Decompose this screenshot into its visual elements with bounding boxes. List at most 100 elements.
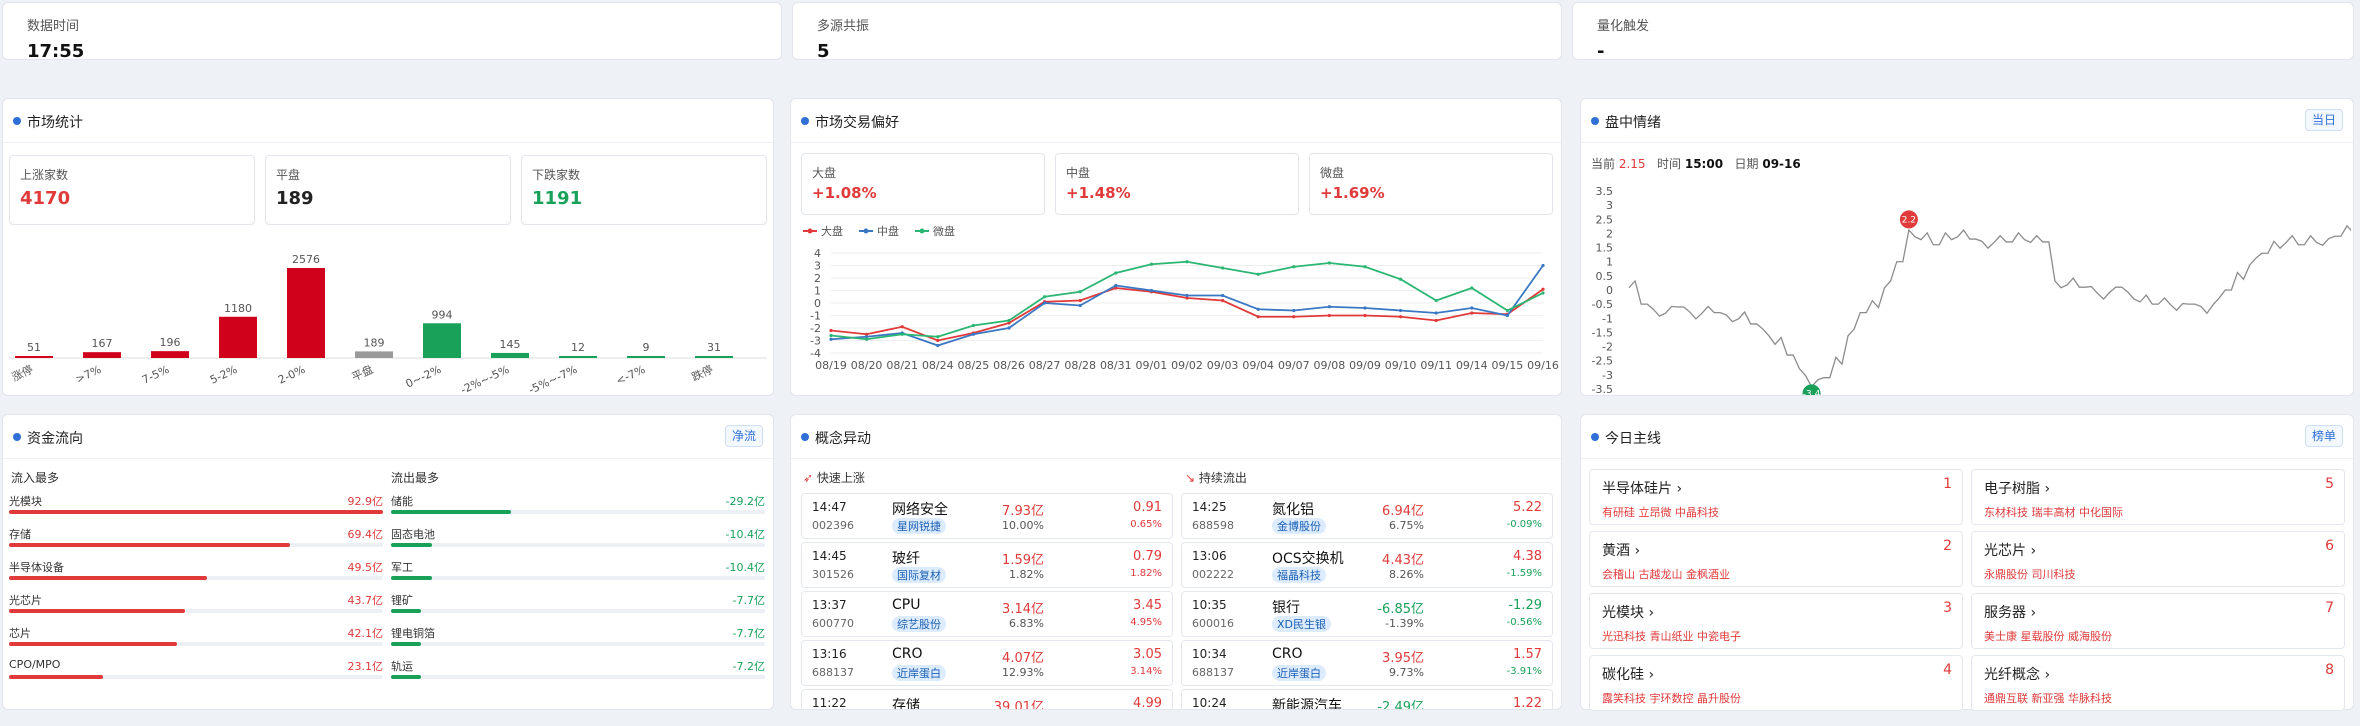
bar-value-label: 31	[707, 341, 721, 354]
data-point	[1363, 313, 1367, 318]
trade-pref-panel: 市场交易偏好 大盘 +1.08% 中盘 +1.48% 微盘 +1.69% 大盘中…	[790, 98, 1562, 396]
data-point	[936, 343, 940, 348]
concept-row[interactable]: 13:37 600770 CPU 综艺股份 3.14亿 6.83% 3.45 4.95%	[801, 591, 1173, 637]
data-point	[936, 335, 940, 339]
theme-rank: 8	[2325, 662, 2334, 678]
theme-name[interactable]: 电子树脂 ›	[1984, 478, 2050, 498]
current-value: 2.15	[1618, 157, 1646, 171]
concept-row[interactable]: 13:06 002222 OCS交换机 福晶科技 4.43亿 8.26% 4.38 -1.59…	[1181, 542, 1553, 588]
row-stock-tag[interactable]: 综艺股份	[892, 616, 946, 632]
legend-label: 大盘	[821, 224, 843, 238]
flow-bar-track	[391, 510, 765, 514]
theme-stocks[interactable]: 光迅科技 青山纸业 中瓷电子	[1602, 628, 1741, 644]
today-button[interactable]: 当日	[2304, 109, 2343, 131]
theme-item[interactable]: 光纤概念 › 8 通鼎互联 新亚强 华脉科技	[1971, 655, 2345, 711]
row-stock-tag[interactable]: 国际复材	[892, 567, 946, 583]
concept-row[interactable]: 10:24 新能源汽车 -2.49亿 1.22	[1181, 689, 1553, 710]
theme-item[interactable]: 光模块 › 3 光迅科技 青山纸业 中瓷电子	[1589, 593, 1963, 649]
theme-item[interactable]: 黄酒 › 2 会稽山 古越龙山 金枫酒业	[1589, 531, 1963, 587]
row-stock-tag[interactable]: 近岸蛋白	[892, 665, 946, 681]
row-amount: -2.49亿	[1377, 700, 1424, 710]
concept-row[interactable]: 13:16 688137 CRO 近岸蛋白 4.07亿 12.93% 3.05 3.14%	[801, 640, 1173, 686]
data-point	[1114, 271, 1118, 275]
data-point	[1114, 283, 1118, 288]
theme-stocks[interactable]: 通鼎互联 新亚强 华脉科技	[1984, 690, 2112, 706]
theme-name[interactable]: 半导体硅片 ›	[1602, 478, 1682, 498]
row-stock-tag[interactable]: XD民生银	[1272, 616, 1332, 632]
flow-bar-fill	[391, 576, 433, 580]
data-point	[1292, 308, 1296, 313]
theme-name[interactable]: 光模块 ›	[1602, 602, 1654, 622]
theme-name[interactable]: 碳化硅 ›	[1602, 664, 1654, 684]
x-tick-label: 09/14	[1456, 359, 1488, 372]
flow-bar-track	[391, 642, 765, 646]
fast-rise-header: ➶ 快速上涨	[803, 469, 865, 486]
theme-item[interactable]: 碳化硅 › 4 露笑科技 宇环数控 晶升股份	[1589, 655, 1963, 711]
concept-row[interactable]: 14:47 002396 网络安全 星网锐捷 7.93亿 10.00% 0.91 0.65%	[801, 493, 1173, 539]
theme-stocks[interactable]: 东材科技 瑞丰高材 中化国际	[1984, 504, 2123, 520]
row-amount: 6.94亿	[1382, 504, 1424, 519]
row-concept-name: 氮化铝	[1272, 502, 1314, 518]
concept-row[interactable]: 10:35 600016 银行 XD民生银 -6.85亿 -1.39% -1.29 -0.56…	[1181, 591, 1553, 637]
row-amount: -6.85亿	[1377, 602, 1424, 617]
row-pct: 6.83%	[1009, 617, 1044, 630]
y-tick-label: 1	[814, 285, 821, 298]
data-point	[1149, 288, 1153, 293]
data-point	[1327, 305, 1331, 309]
bar	[287, 268, 325, 358]
theme-stocks[interactable]: 美士康 星载股份 威海股份	[1984, 628, 2112, 644]
theme-stocks[interactable]: 永鼎股份 司川科技	[1984, 566, 2076, 582]
flow-bar-track	[9, 576, 383, 580]
data-point	[1399, 315, 1403, 319]
x-tick-label: 09/04	[1242, 359, 1274, 372]
data-point	[1327, 313, 1331, 318]
theme-item[interactable]: 半导体硅片 › 1 有研硅 立昂微 中晶科技	[1589, 469, 1963, 525]
market-stats-panel: 市场统计 上涨家数 4170 平盘 189 下跌家数 1191 51 涨停 167 >…	[2, 98, 774, 396]
box-label: 中盘	[1066, 166, 1091, 180]
row-stock-tag[interactable]: 近岸蛋白	[1272, 665, 1326, 681]
data-point	[1541, 287, 1545, 291]
x-tick-label: 09/08	[1314, 359, 1346, 372]
flow-bar-fill	[9, 510, 383, 514]
theme-name[interactable]: 黄酒 ›	[1602, 540, 1640, 560]
data-point	[936, 338, 940, 343]
theme-item[interactable]: 服务器 › 7 美士康 星载股份 威海股份	[1971, 593, 2345, 649]
row-pct: 1.82%	[1009, 568, 1044, 581]
concept-row[interactable]: 14:25 688598 氮化铝 金博股份 6.94亿 6.75% 5.22 -0.09%	[1181, 493, 1553, 539]
ranking-button[interactable]: 榜单	[2304, 425, 2343, 447]
row-stock-tag[interactable]: 福晶科技	[1272, 567, 1326, 583]
theme-name[interactable]: 光纤概念 ›	[1984, 664, 2050, 684]
x-tick-label: 09/09	[1349, 359, 1381, 372]
row-time: 14:25	[1192, 500, 1227, 514]
concept-row[interactable]: 11:22 存储 39.01亿 4.99	[801, 689, 1173, 709]
row-change: 1.82%	[1130, 568, 1162, 579]
bar	[627, 356, 665, 358]
bar	[355, 351, 393, 358]
concept-row[interactable]: 10:34 688137 CRO 近岸蛋白 3.95亿 9.73% 1.57 -3.91%	[1181, 640, 1553, 686]
row-code: 600016	[1192, 617, 1234, 630]
panel-title: 盘中情绪	[1605, 115, 1661, 131]
time-label: 时间	[1657, 157, 1682, 171]
theme-stocks[interactable]: 会稽山 古越龙山 金枫酒业	[1602, 566, 1730, 582]
row-time: 10:24	[1192, 696, 1227, 710]
net-flow-button[interactable]: 净流	[724, 425, 763, 447]
data-point	[1434, 318, 1438, 323]
theme-stocks[interactable]: 有研硅 立昂微 中晶科技	[1602, 504, 1719, 520]
theme-stocks[interactable]: 露笑科技 宇环数控 晶升股份	[1602, 690, 1741, 706]
theme-name[interactable]: 光芯片 ›	[1984, 540, 2036, 560]
date-value: 09-16	[1762, 157, 1801, 171]
row-amount: 3.14亿	[1002, 602, 1044, 617]
row-stock-tag[interactable]: 金博股份	[1272, 518, 1326, 534]
category-label: 2-0%	[276, 363, 307, 387]
theme-name[interactable]: 服务器 ›	[1984, 602, 2036, 622]
data-point	[1470, 286, 1474, 290]
row-stock-tag[interactable]: 星网锐捷	[892, 518, 946, 534]
theme-item[interactable]: 电子树脂 › 5 东材科技 瑞丰高材 中化国际	[1971, 469, 2345, 525]
time-value: 15:00	[1684, 157, 1724, 171]
data-point	[900, 332, 904, 336]
theme-item[interactable]: 光芯片 › 6 永鼎股份 司川科技	[1971, 531, 2345, 587]
sentiment-panel: 盘中情绪 当日 当前 2.15 时间 15:00 日期 09-16 3.5 3 2.…	[1580, 98, 2354, 396]
flow-bar-fill	[9, 675, 103, 679]
concept-row[interactable]: 14:45 301526 玻纤 国际复材 1.59亿 1.82% 0.79 1.82%	[801, 542, 1173, 588]
row-strength: 0.91	[1133, 500, 1162, 515]
